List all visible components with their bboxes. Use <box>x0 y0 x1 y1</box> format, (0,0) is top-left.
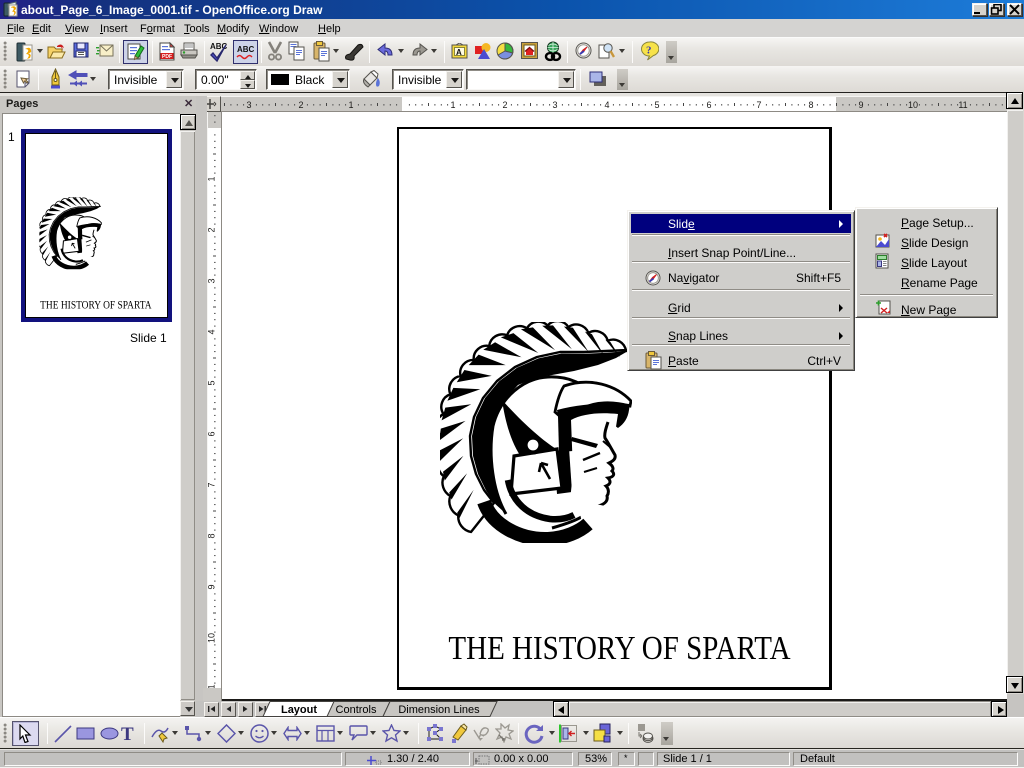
svg-text:6: 6 <box>706 100 711 110</box>
svg-text:1: 1 <box>450 100 455 110</box>
svg-text:1: 1 <box>348 100 353 110</box>
svg-text:4: 4 <box>604 100 609 110</box>
svg-text:10: 10 <box>908 100 918 110</box>
svg-text:3: 3 <box>246 100 251 110</box>
svg-text:7: 7 <box>207 482 217 487</box>
svg-text:8: 8 <box>808 100 813 110</box>
svg-text:2: 2 <box>298 100 303 110</box>
svg-text:3: 3 <box>552 100 557 110</box>
svg-text:9: 9 <box>858 100 863 110</box>
svg-text:Controls: Controls <box>336 704 377 716</box>
svg-text:5: 5 <box>654 100 659 110</box>
svg-text:5: 5 <box>207 380 217 385</box>
svg-text:1: 1 <box>207 176 217 181</box>
svg-text:11: 11 <box>958 100 967 110</box>
svg-text:4: 4 <box>207 329 217 334</box>
svg-text:6: 6 <box>207 431 217 436</box>
svg-text:2: 2 <box>207 227 217 232</box>
svg-text:3: 3 <box>207 278 217 283</box>
svg-text:ABC: ABC <box>237 45 255 54</box>
svg-text:7: 7 <box>756 100 761 110</box>
svg-text:A: A <box>456 48 462 57</box>
svg-text:Layout: Layout <box>281 704 317 716</box>
svg-text:10: 10 <box>207 633 217 643</box>
svg-text:?: ? <box>646 45 652 57</box>
svg-text:PDF: PDF <box>162 54 172 60</box>
svg-text:Dimension Lines: Dimension Lines <box>398 704 480 716</box>
svg-text:8: 8 <box>207 533 217 538</box>
svg-text:9: 9 <box>207 584 217 589</box>
svg-text:2: 2 <box>502 100 507 110</box>
